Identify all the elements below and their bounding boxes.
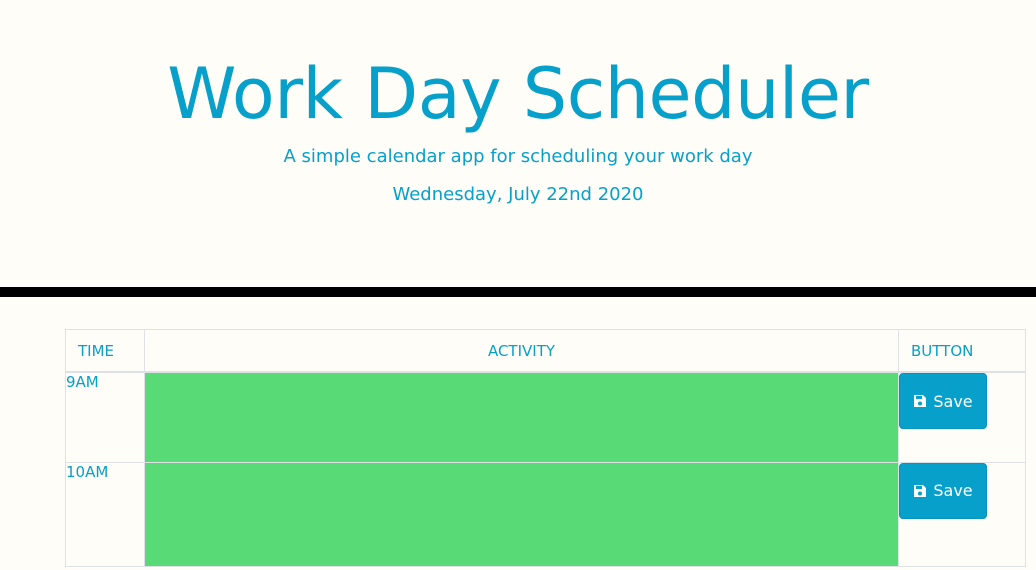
- activity-input[interactable]: [144, 461, 899, 567]
- save-button[interactable]: Save: [899, 373, 987, 429]
- page-title: Work Day Scheduler: [167, 53, 869, 135]
- save-button-label: Save: [933, 391, 973, 411]
- header: Work Day Scheduler A simple calendar app…: [0, 0, 1036, 288]
- save-icon: [914, 395, 927, 407]
- table-row: 10AM Save: [65, 461, 1026, 567]
- save-button[interactable]: Save: [899, 462, 987, 519]
- schedule-table: TIME ACTIVITY BUTTON 9AM Save 10AM Save: [65, 329, 1026, 567]
- current-date: Wednesday, July 22nd 2020: [392, 184, 644, 205]
- activity-input[interactable]: [144, 371, 899, 463]
- column-header-activity: ACTIVITY: [144, 329, 899, 373]
- save-button-cell: Save: [898, 371, 1026, 463]
- hour-label: 9AM: [65, 371, 145, 463]
- table-header-row: TIME ACTIVITY BUTTON: [65, 329, 1026, 373]
- save-button-label: Save: [933, 481, 973, 500]
- header-divider: [0, 287, 1036, 297]
- save-icon: [914, 484, 927, 497]
- column-header-time: TIME: [65, 329, 145, 373]
- save-button-cell: Save: [898, 461, 1026, 567]
- table-row: 9AM Save: [65, 371, 1026, 463]
- column-header-button: BUTTON: [898, 329, 1026, 373]
- hour-label: 10AM: [65, 461, 145, 567]
- page-subtitle: A simple calendar app for scheduling you…: [283, 146, 753, 167]
